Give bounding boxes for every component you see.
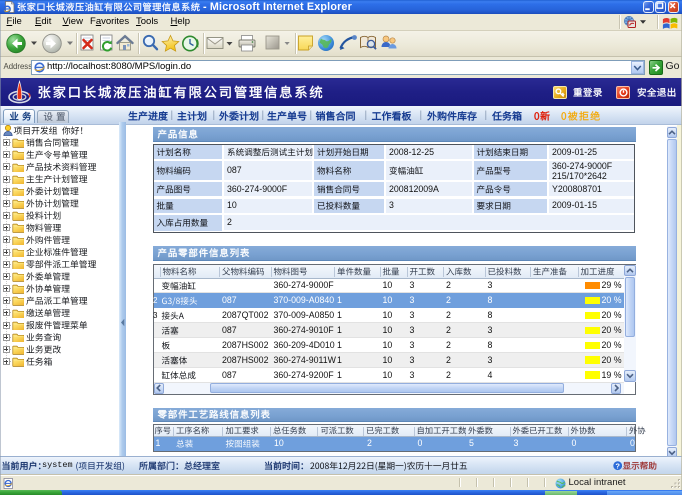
svg-text:?: ? — [615, 462, 620, 471]
